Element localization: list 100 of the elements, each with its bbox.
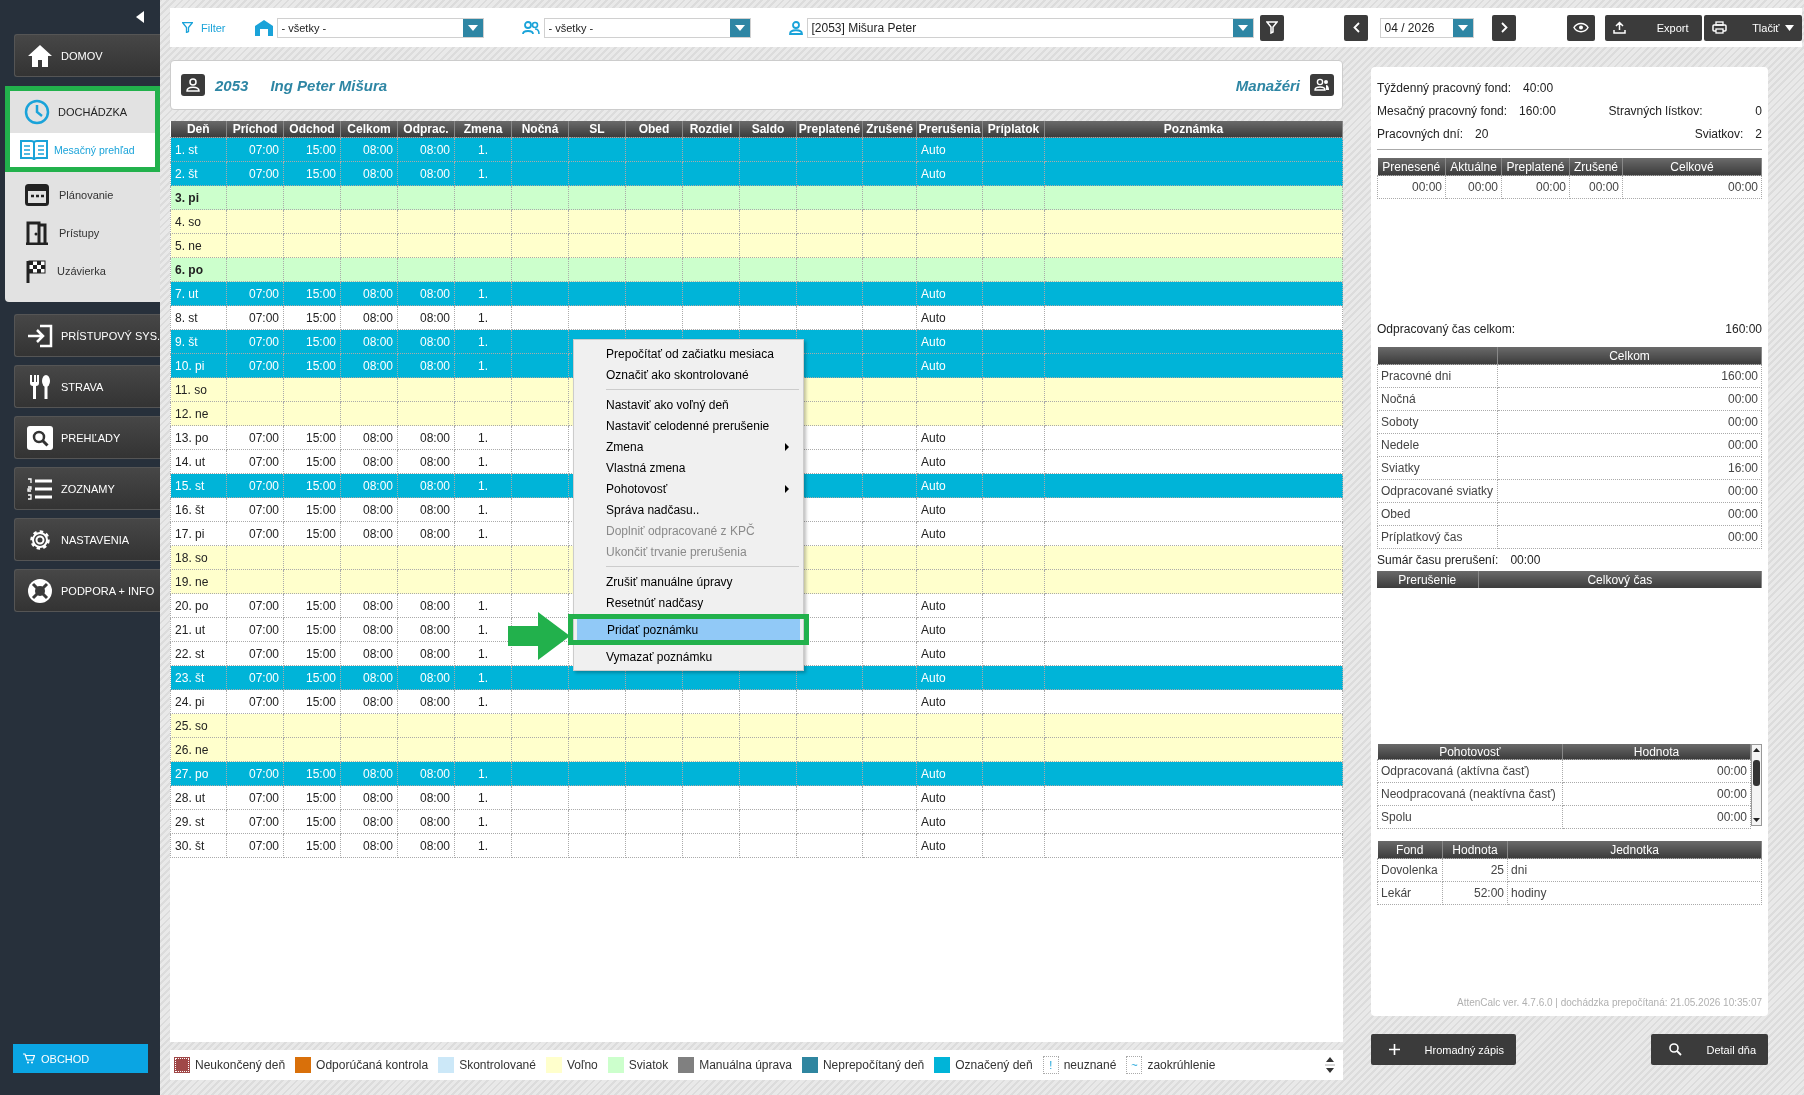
list-icon [27, 477, 53, 500]
view-button[interactable] [1567, 14, 1596, 41]
table-cell: 1. st [170, 137, 227, 162]
menu-item[interactable]: Vlastná zmena [576, 457, 802, 478]
version-text: AttenCalc ver. 4.7.6.0 | dochádzka prepočítaná: 21.05.2026 10:35:07 [1456, 997, 1763, 1010]
next-button[interactable] [1492, 14, 1517, 41]
table-cell: Lekár [1377, 881, 1443, 905]
legend-label: neuznané [1063, 1058, 1117, 1072]
table-cell: 00:00 [1497, 502, 1762, 526]
nav-item[interactable]: PREHĽADY [14, 416, 161, 459]
column-header: Zrušené [862, 121, 917, 138]
table-cell: 17. pi [170, 521, 227, 546]
caret-icon [1238, 24, 1249, 31]
scrollbar[interactable] [1751, 744, 1763, 826]
nav-item[interactable]: DOMOV [14, 34, 161, 77]
table-cell: 15. st [170, 473, 227, 498]
column-header: Saldo [739, 121, 797, 138]
month-select[interactable]: 04 / 2026 [1380, 17, 1475, 38]
day-row[interactable]: 28. ut 07:00 15:00 08:00 08:00 1. Auto [170, 785, 1343, 810]
table-cell: Nočná [1377, 387, 1498, 411]
location-select[interactable]: - všetky - [277, 17, 485, 38]
managers-link[interactable]: Manažéri [1235, 76, 1301, 94]
table-cell: 9. št [170, 329, 227, 354]
menu-item[interactable]: Pohotovosť [576, 478, 802, 499]
table-cell: 25 [1442, 858, 1508, 882]
table-cell: 10. pi [170, 353, 227, 378]
collapse-icon[interactable] [136, 11, 145, 23]
day-row[interactable]: 29. st 07:00 15:00 08:00 08:00 1. Auto [170, 809, 1343, 834]
table-cell: 7. ut [170, 281, 227, 306]
person-icon [181, 74, 206, 96]
cutlery-icon [27, 373, 53, 400]
nav-item[interactable]: PODPORA + INFO [14, 569, 161, 612]
column-header: Obed [625, 121, 683, 138]
stat-label: Sviatkov: [1694, 126, 1744, 141]
column-header: Deň [170, 121, 227, 138]
day-row[interactable]: 6. po [170, 257, 1343, 282]
submenu-item[interactable]: Uzávierka [5, 252, 161, 290]
menu-item[interactable]: Pridať poznámku [577, 619, 801, 640]
table-cell: 13. po [170, 425, 227, 450]
filter-button[interactable] [1260, 14, 1285, 41]
submenu-item[interactable]: Plánovanie [5, 176, 161, 214]
day-row[interactable]: 25. so [170, 713, 1343, 738]
menu-item[interactable]: Nastaviť celodenné prerušenie [576, 415, 802, 436]
column-header: Preplatené [796, 121, 863, 138]
table-cell: 24. pi [170, 689, 227, 714]
table-cell: Sviatky [1377, 456, 1498, 480]
nav-item[interactable]: ZOZNAMY [14, 467, 161, 510]
chevron-right-icon [1501, 22, 1508, 33]
column-header: Jednotka [1507, 841, 1762, 859]
table-cell: 28. ut [170, 785, 227, 810]
day-row[interactable]: 4. so [170, 209, 1343, 234]
table-cell: 6. po [170, 257, 227, 282]
menu-item[interactable]: Resetnúť nadčasy [576, 592, 802, 613]
employee-select[interactable]: [2053] Mišura Peter [807, 17, 1255, 38]
day-row[interactable]: 26. ne [170, 737, 1343, 762]
nav-item[interactable]: PRÍSTUPOVÝ SYS. [14, 314, 161, 357]
table-cell: 07:00 [226, 137, 284, 162]
print-button[interactable]: Tlačiť [1704, 14, 1803, 41]
column-header: Celkové [1622, 158, 1762, 176]
calendar-icon [25, 184, 49, 206]
nav-item[interactable]: NASTAVENIA [14, 518, 161, 561]
column-header: Prerušenie [1377, 571, 1479, 588]
day-row[interactable]: 5. ne [170, 233, 1343, 258]
table-cell: 2. št [170, 161, 227, 186]
submenu-item[interactable]: Prístupy [5, 214, 161, 252]
group-select[interactable]: - všetky - [544, 17, 752, 38]
legend-symbol: ~ [1126, 1056, 1143, 1074]
cart-icon [23, 1053, 35, 1064]
column-header: Nočná [511, 121, 569, 138]
previous-button[interactable] [1344, 14, 1369, 41]
people-icon[interactable] [1310, 74, 1335, 96]
day-detail-button[interactable]: Detail dňa [1651, 1034, 1769, 1065]
table-cell: 25. so [170, 713, 227, 738]
search-icon [27, 425, 53, 450]
table-cell: 19. ne [170, 569, 227, 594]
bulk-entry-button[interactable]: Hromadný zápis [1371, 1034, 1517, 1065]
menu-item[interactable]: Zrušiť manuálne úpravy [576, 571, 802, 592]
menu-item[interactable]: Správa nadčasu.. [576, 499, 802, 520]
day-row[interactable]: 24. pi 07:00 15:00 08:00 08:00 1. Auto [170, 689, 1343, 714]
table-cell: 1. [454, 137, 512, 162]
day-row[interactable]: 8. st 07:00 15:00 08:00 08:00 1. Auto [170, 305, 1343, 330]
table-cell: 23. št [170, 665, 227, 690]
day-row[interactable]: 3. pi [170, 185, 1343, 210]
column-header: Hodnota [1562, 744, 1751, 760]
export-button[interactable]: Export [1605, 14, 1703, 41]
stat-label: Pracovných dní: [1377, 126, 1464, 141]
table-cell: 3. pi [170, 185, 227, 210]
nav-item[interactable]: STRAVA [14, 365, 161, 408]
table-cell: 30. št [170, 833, 227, 858]
search-icon [1669, 1043, 1683, 1056]
table-cell: Spolu [1377, 805, 1563, 829]
table-cell: Nedele [1377, 433, 1498, 457]
caret-icon [1785, 24, 1795, 31]
table-cell: Obed [1377, 502, 1498, 526]
day-row[interactable]: 30. št 07:00 15:00 08:00 08:00 1. Auto [170, 833, 1343, 858]
menu-item[interactable]: Zmena [576, 436, 802, 457]
table-cell: 8. st [170, 305, 227, 330]
menu-item[interactable]: Vymazať poznámku [576, 646, 802, 667]
table-cell: Dovolenka [1377, 858, 1443, 882]
people-icon [522, 20, 541, 35]
